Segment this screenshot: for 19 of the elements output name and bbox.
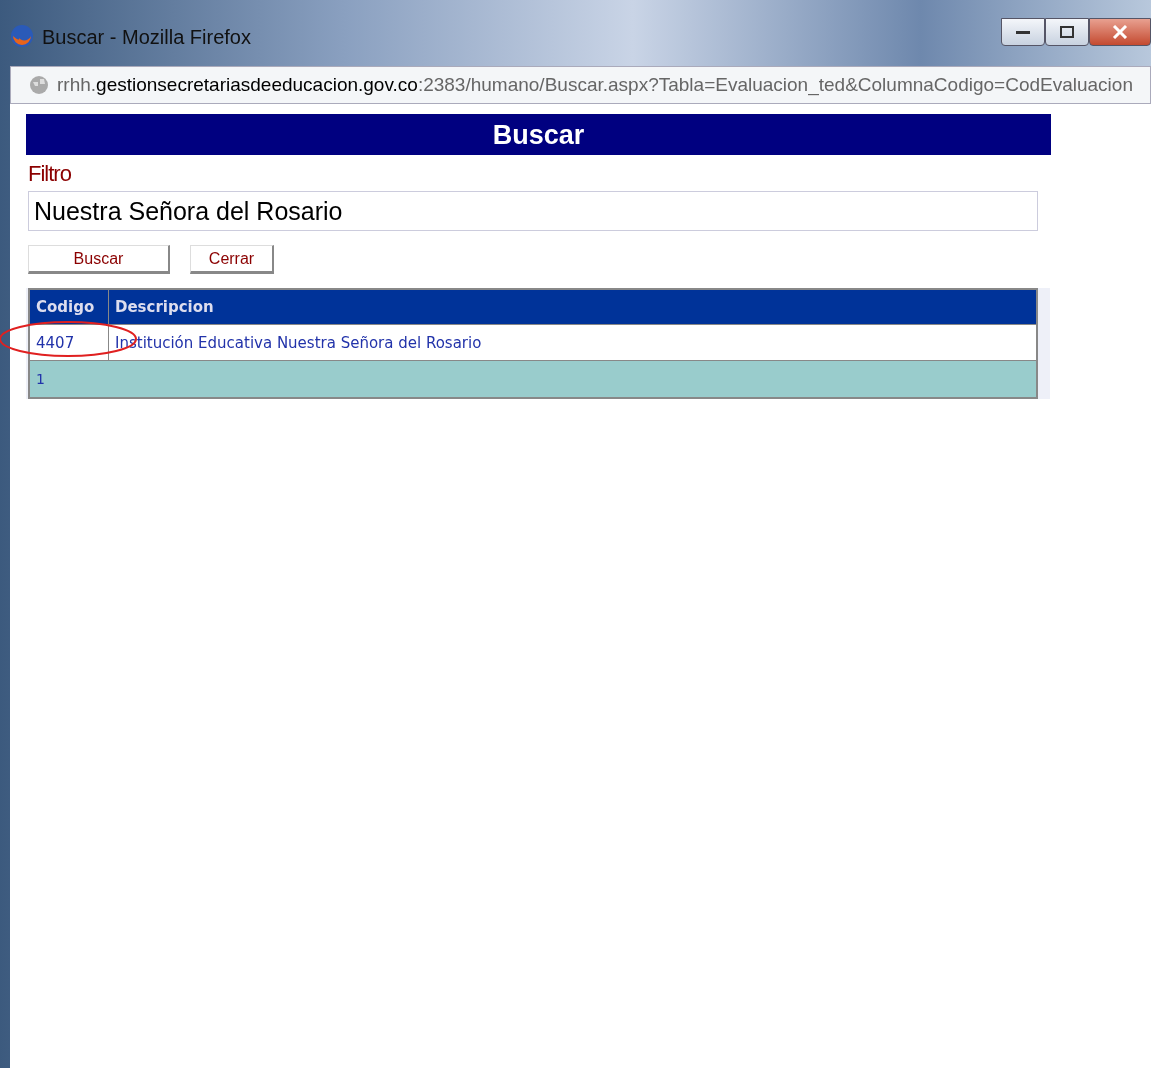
address-bar[interactable]: rrhh.gestionsecretariasdeeducacion.gov.co:2383/humano/Buscar.aspx?Tabla=Evaluacion_ted&ColumnaCodigo=CodEvaluacion bbox=[10, 66, 1151, 104]
close-icon bbox=[1112, 25, 1128, 39]
globe-icon bbox=[29, 75, 49, 95]
url-text: rrhh.gestionsecretariasdeeducacion.gov.co:2383/humano/Buscar.aspx?Tabla=Evaluacion_ted&ColumnaCodigo=CodEvaluacion bbox=[57, 74, 1133, 96]
minimize-icon bbox=[1016, 29, 1030, 35]
maximize-icon bbox=[1060, 26, 1074, 38]
close-button[interactable]: Cerrar bbox=[190, 245, 274, 274]
column-header[interactable]: Descripcion bbox=[108, 289, 1037, 325]
filter-label: Filtro bbox=[28, 161, 72, 187]
maximize-button[interactable] bbox=[1045, 18, 1089, 46]
browser-logo-icon bbox=[10, 24, 34, 48]
filter-field[interactable]: Nuestra Señora del Rosario bbox=[28, 191, 1038, 231]
search-button[interactable]: Buscar bbox=[28, 245, 170, 274]
column-header[interactable]: Codigo bbox=[29, 289, 109, 325]
page-heading: Buscar bbox=[26, 114, 1051, 155]
window-title: Buscar - Mozilla Firefox bbox=[42, 26, 251, 49]
close-button[interactable] bbox=[1089, 18, 1151, 46]
page-link[interactable]: 1 bbox=[36, 371, 45, 387]
minimize-button[interactable] bbox=[1001, 18, 1045, 46]
